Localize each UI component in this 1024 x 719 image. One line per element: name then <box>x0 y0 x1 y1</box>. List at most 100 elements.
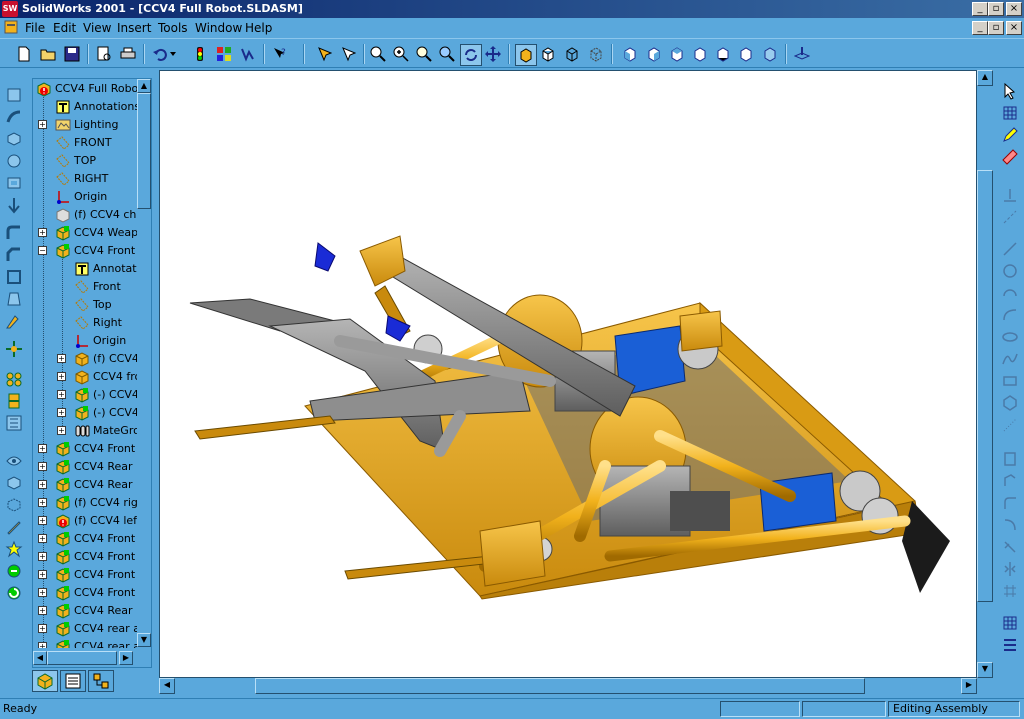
normal-to-icon[interactable] <box>792 44 812 64</box>
shell-icon[interactable] <box>5 268 23 286</box>
hidden-lines-removed-icon[interactable] <box>538 44 558 64</box>
convert-entities-icon[interactable] <box>1001 472 1019 490</box>
tree-item[interactable]: + CCV4 Front V <box>34 530 137 548</box>
collapse-minus-icon[interactable]: − <box>38 246 47 255</box>
insert-component-icon[interactable] <box>5 86 23 104</box>
new-document-icon[interactable] <box>14 44 34 64</box>
pattern-icon[interactable] <box>5 312 23 330</box>
menu-edit[interactable]: Edit <box>53 21 76 35</box>
smart-mate-icon[interactable] <box>5 392 23 410</box>
zoom-area-icon[interactable] <box>414 44 434 64</box>
zoom-in-icon[interactable] <box>391 44 411 64</box>
tree-item[interactable]: + (f) CCV4 <box>34 350 137 368</box>
viewport-hscroll-thumb[interactable] <box>255 678 865 694</box>
viewport-vscroll-thumb[interactable] <box>977 170 993 602</box>
propertymanager-tab[interactable] <box>60 670 86 692</box>
sweep-icon[interactable] <box>5 108 23 126</box>
document-app-icon[interactable] <box>4 20 18 34</box>
tree-item[interactable]: + MateGro <box>34 422 137 440</box>
tree-item[interactable]: + Lighting <box>34 116 137 134</box>
interference-detection-icon[interactable] <box>5 540 23 558</box>
view-bottom-icon[interactable] <box>736 44 756 64</box>
shaded-display-icon[interactable] <box>515 44 537 66</box>
point-icon[interactable] <box>1001 416 1019 434</box>
trim-icon[interactable] <box>1001 516 1019 534</box>
tree-scroll-up-icon[interactable]: ▲ <box>137 79 151 93</box>
tree-item[interactable]: Origin <box>34 332 137 350</box>
zoom-selection-icon[interactable] <box>437 44 457 64</box>
view-left-icon[interactable] <box>667 44 687 64</box>
edit-sketch-icon[interactable] <box>5 518 23 536</box>
expand-plus-icon[interactable]: + <box>38 498 47 507</box>
tree-item[interactable]: + CCV4 fro <box>34 368 137 386</box>
draft-icon[interactable] <box>5 290 23 308</box>
change-transparency-icon[interactable] <box>5 474 23 492</box>
graphics-viewport[interactable] <box>159 70 977 678</box>
undo-dropdown-icon[interactable] <box>168 44 178 64</box>
tree-item[interactable]: Annotati <box>34 260 137 278</box>
tree-scroll-left-icon[interactable]: ◀ <box>33 651 47 665</box>
edit-assembly-icon[interactable] <box>338 44 358 64</box>
tree-vertical-scrollbar[interactable]: ▲ ▼ <box>137 79 151 647</box>
tangent-arc-icon[interactable] <box>1001 306 1019 324</box>
dimension-icon[interactable] <box>1001 148 1019 166</box>
configuration-tab[interactable] <box>88 670 114 692</box>
view-isometric-icon[interactable] <box>760 44 780 64</box>
tree-item[interactable]: + CCV4 Front V <box>34 566 137 584</box>
expand-plus-icon[interactable]: + <box>57 390 66 399</box>
minimize-button[interactable]: _ <box>972 2 988 16</box>
edit-part-icon[interactable] <box>314 44 334 64</box>
tree-item[interactable]: + CCV4 rear ar <box>34 620 137 638</box>
viewport-scroll-down-icon[interactable]: ▼ <box>977 662 993 678</box>
sketch-pencil-icon[interactable] <box>1001 126 1019 144</box>
expand-plus-icon[interactable]: + <box>38 534 47 543</box>
reload-icon[interactable] <box>5 584 23 602</box>
rectangle-icon[interactable] <box>1001 372 1019 390</box>
tree-item[interactable]: + (-) CCV4 <box>34 404 137 422</box>
rotate-view-icon[interactable] <box>460 44 482 66</box>
mate-icon[interactable] <box>5 370 23 388</box>
pan-view-icon[interactable] <box>483 44 503 64</box>
hole-icon[interactable] <box>5 196 23 214</box>
tree-item[interactable]: + CCV4 Front V <box>34 548 137 566</box>
menu-help[interactable]: Help <box>245 21 272 35</box>
viewport-vertical-scrollbar[interactable]: ▲ ▼ <box>977 70 993 678</box>
menu-view[interactable]: View <box>83 21 111 35</box>
line-icon[interactable] <box>1001 240 1019 258</box>
fillet-icon[interactable] <box>5 224 23 242</box>
mirror-icon[interactable] <box>1001 560 1019 578</box>
viewport-scroll-up-icon[interactable]: ▲ <box>977 70 993 86</box>
tree-hscroll-thumb[interactable] <box>47 651 117 665</box>
move-component-icon[interactable] <box>5 340 23 358</box>
tree-item[interactable]: Top <box>34 296 137 314</box>
hide-show-component-icon[interactable] <box>5 452 23 470</box>
view-back-icon[interactable] <box>644 44 664 64</box>
expand-plus-icon[interactable]: + <box>38 624 47 633</box>
tree-horizontal-scrollbar[interactable]: ◀ ▶ <box>33 651 137 665</box>
expand-plus-icon[interactable]: + <box>38 462 47 471</box>
view-front-icon[interactable] <box>620 44 640 64</box>
restore-button[interactable]: ▫ <box>988 2 1004 16</box>
expand-plus-icon[interactable]: + <box>38 606 47 615</box>
simulation-icon[interactable] <box>5 562 23 580</box>
tree-item[interactable]: Front <box>34 278 137 296</box>
viewport-scroll-left-icon[interactable]: ◀ <box>159 678 175 694</box>
tree-item[interactable]: Annotations <box>34 98 137 116</box>
print-icon[interactable] <box>118 44 138 64</box>
tree-scroll-down-icon[interactable]: ▼ <box>137 633 151 647</box>
expand-plus-icon[interactable]: + <box>38 120 47 129</box>
expand-plus-icon[interactable]: + <box>57 426 66 435</box>
hidden-lines-gray-icon[interactable] <box>562 44 582 64</box>
print-preview-icon[interactable] <box>94 44 114 64</box>
expand-plus-icon[interactable]: + <box>57 408 66 417</box>
zoom-to-fit-icon[interactable] <box>368 44 388 64</box>
doc-close-button[interactable]: × <box>1006 21 1022 35</box>
rebuild-icon[interactable] <box>190 44 210 64</box>
tree-item[interactable]: + CCV4 Rear L <box>34 602 137 620</box>
menu-window[interactable]: Window <box>195 21 242 35</box>
tree-item[interactable]: + CCV4 Weapo <box>34 224 137 242</box>
save-icon[interactable] <box>62 44 82 64</box>
view-right-icon[interactable] <box>690 44 710 64</box>
extrude-icon[interactable] <box>5 130 23 148</box>
wireframe-icon[interactable] <box>586 44 606 64</box>
